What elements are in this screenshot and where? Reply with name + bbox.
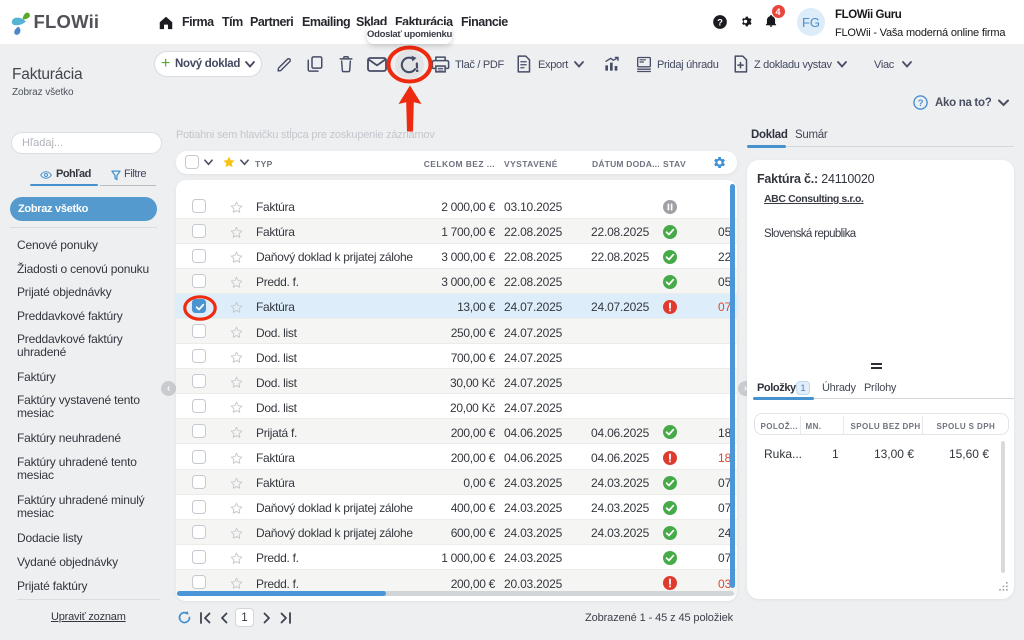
svg-text:?: ? (717, 18, 723, 29)
svg-text:?: ? (918, 98, 924, 109)
